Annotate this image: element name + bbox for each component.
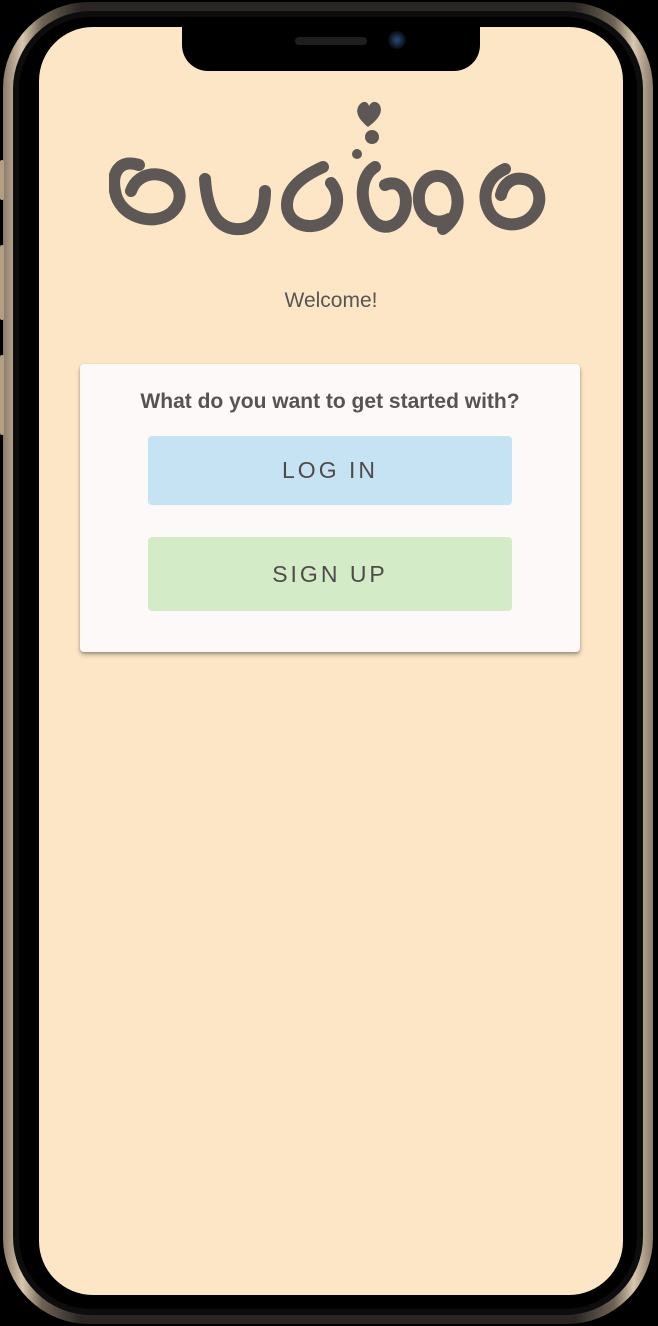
phone-side-button — [0, 160, 4, 200]
phone-side-button — [0, 245, 4, 320]
signup-button[interactable]: SIGN UP — [148, 537, 512, 611]
get-started-prompt: What do you want to get started with? — [140, 390, 520, 413]
phone-side-button — [0, 355, 4, 435]
front-camera — [388, 31, 406, 49]
login-button-label: LOG IN — [282, 457, 378, 483]
login-button[interactable]: LOG IN — [148, 436, 512, 505]
phone-device: Welcome! What do you want to get started… — [0, 0, 658, 1326]
app-logo — [108, 99, 553, 245]
welcome-text: Welcome! — [284, 289, 378, 312]
get-started-card: What do you want to get started with? LO… — [80, 364, 580, 652]
speaker-grille — [295, 37, 367, 45]
app-screen: Welcome! What do you want to get started… — [39, 27, 623, 1295]
phone-notch — [182, 27, 480, 71]
signup-button-label: SIGN UP — [272, 560, 388, 587]
